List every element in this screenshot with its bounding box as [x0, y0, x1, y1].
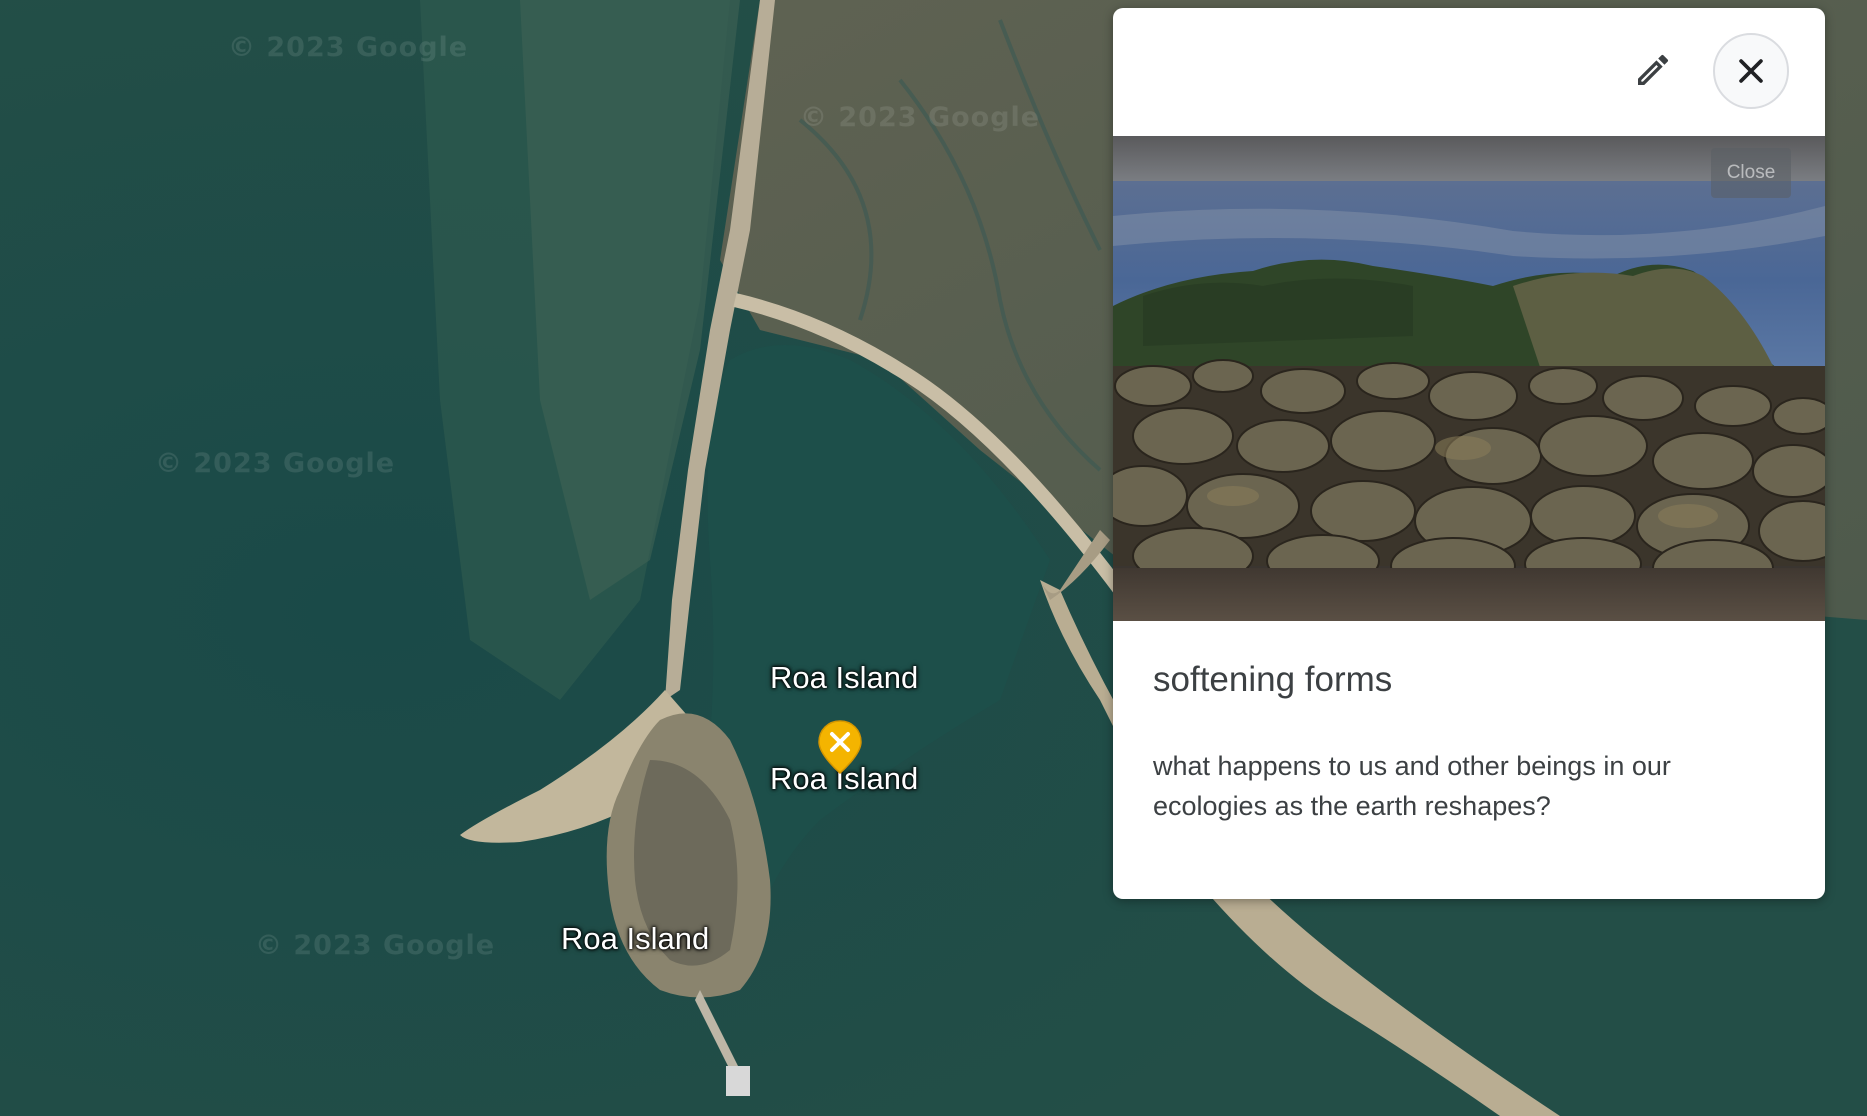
placemark-description: what happens to us and other beings in o… [1153, 751, 1671, 821]
placemark-title: softening forms [1153, 660, 1393, 699]
placemark-photo [1113, 136, 1825, 621]
close-button[interactable] [1713, 33, 1789, 109]
pencil-icon [1638, 54, 1669, 85]
close-icon [818, 720, 862, 774]
close-tooltip: Close [1711, 148, 1791, 198]
place-label-roa-island[interactable]: Roa Island [561, 921, 709, 957]
place-label-roa-island[interactable]: Roa Island [770, 660, 918, 696]
edit-button[interactable] [1623, 40, 1683, 100]
selected-placemark-pin[interactable] [817, 719, 863, 775]
card-header [1113, 8, 1825, 136]
placemark-info-card: Close softening forms what happens to us… [1113, 8, 1825, 899]
close-icon [1739, 59, 1763, 83]
